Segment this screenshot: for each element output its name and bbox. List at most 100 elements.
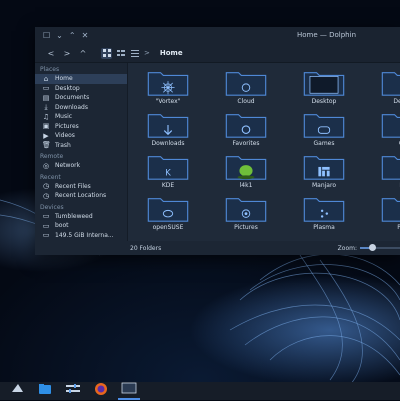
sidebar-item-music[interactable]: ♫ Music xyxy=(35,112,127,122)
dolphin-window[interactable]: ☐ ⌄ ⌃ ✕ Home — Dolphin < > ^ > Home Plac… xyxy=(35,27,400,255)
opensuse-folder-icon xyxy=(138,193,198,223)
sidebar-item-label: Tumbleweed xyxy=(55,212,93,220)
sidebar-item-label: Pictures xyxy=(55,122,79,130)
folder-pictures[interactable]: Pictures xyxy=(216,193,276,233)
folder-label: Desktop xyxy=(311,98,337,105)
taskbar-firefox-button[interactable] xyxy=(90,382,112,400)
icons-view-button[interactable] xyxy=(101,47,112,59)
folder-label: Games xyxy=(313,140,335,147)
drive-icon: ▭ xyxy=(42,212,50,221)
details-view-button[interactable] xyxy=(129,48,140,59)
folder-gi[interactable]: Gi xyxy=(372,109,400,149)
folder-label: Gi xyxy=(372,140,400,147)
zoom-slider[interactable] xyxy=(360,244,400,251)
sidebar-heading: Recent xyxy=(40,173,61,181)
sidebar-item-label: Documents xyxy=(55,94,90,102)
taskbar-window-task-button[interactable] xyxy=(118,382,140,400)
folder-kde[interactable]: K KDE xyxy=(138,151,198,191)
maximize-button[interactable]: ⌃ xyxy=(69,31,76,40)
sidebar-item-recent-locations[interactable]: ◷ Recent Locations xyxy=(35,191,127,201)
up-button[interactable]: ^ xyxy=(75,49,91,58)
sidebar-item-videos[interactable]: ▶ Videos xyxy=(35,131,127,141)
folder-opensuse[interactable]: openSUSE xyxy=(138,193,198,233)
sidebar-item-pictures[interactable]: ▣ Pictures xyxy=(35,122,127,132)
sidebar-item-tumbleweed[interactable]: ▭ Tumbleweed xyxy=(35,212,127,222)
folder-label: Downloads xyxy=(151,140,185,147)
sidebar-item-boot[interactable]: ▭ boot xyxy=(35,221,127,231)
sidebar-item-label: boot xyxy=(55,222,69,230)
folder-devel[interactable]: Devel xyxy=(372,67,400,107)
sidebar-item-label: Recent Files xyxy=(55,182,91,190)
zoom-slider-handle[interactable] xyxy=(369,244,376,251)
app-launcher-icon xyxy=(9,381,25,401)
compact-view-icon xyxy=(116,50,125,56)
taskbar-dolphin-button[interactable] xyxy=(34,382,56,400)
favorites-folder-icon xyxy=(216,109,276,139)
window-task-icon xyxy=(121,380,137,400)
breadcrumb-home[interactable]: Home xyxy=(160,49,183,57)
sidebar-item-documents[interactable]: ▤ Documents xyxy=(35,93,127,103)
folder-manjaro[interactable]: Manjaro xyxy=(294,151,354,191)
window-titlebar[interactable]: ☐ ⌄ ⌃ ✕ Home — Dolphin xyxy=(35,27,400,44)
forward-button[interactable]: > xyxy=(59,49,75,58)
manjaro-folder-icon xyxy=(294,151,354,181)
folder-label: openSUSE xyxy=(152,224,184,231)
desktop-folder-icon xyxy=(294,67,354,97)
sidebar-item-recent-files[interactable]: ◷ Recent Files xyxy=(35,182,127,192)
sidebar-item-label: Music xyxy=(55,113,73,121)
sidebar-item-149-5-gib-interna[interactable]: ▭ 149.5 GiB Interna... xyxy=(35,231,127,241)
sidebar-item-desktop[interactable]: ▭ Desktop xyxy=(35,84,127,94)
sidebar-item-label: Downloads xyxy=(55,103,88,111)
sidebar-item-trash[interactable]: 🗑 Trash xyxy=(35,141,127,151)
folder-label: KDE xyxy=(161,182,175,189)
folder-downloads[interactable]: Downloads xyxy=(138,109,198,149)
file-view[interactable]: "Vortex" Cloud Desktop Devel Downloads Favori… xyxy=(128,63,400,255)
videos-icon: ▶ xyxy=(43,131,49,140)
drive-icon: ▭ xyxy=(42,231,50,240)
taskbar-system-settings-button[interactable] xyxy=(62,382,84,400)
details-view-icon xyxy=(130,50,139,57)
sidebar-heading: Places xyxy=(40,66,60,73)
folder-label: Plasma xyxy=(313,224,335,231)
taskbar xyxy=(0,382,400,400)
breadcrumb-separator: > xyxy=(144,49,150,57)
back-button[interactable]: < xyxy=(43,49,59,58)
folder-pro[interactable]: Pro xyxy=(372,193,400,233)
places-panel: Places ⌂ Home ▭ Desktop ▤ Documents ⤓ Downloads ♫… xyxy=(35,63,128,255)
folder-l4k1[interactable]: l4k1 xyxy=(216,151,276,191)
taskbar-app-launcher-button[interactable] xyxy=(6,382,28,400)
folder-vortex[interactable]: "Vortex" xyxy=(138,67,198,107)
folder-games[interactable]: Games xyxy=(294,109,354,149)
trash-icon: 🗑 xyxy=(42,141,51,150)
folder-cloud[interactable]: Cloud xyxy=(216,67,276,107)
sidebar-item-label: 149.5 GiB Interna... xyxy=(55,231,114,239)
compact-view-button[interactable] xyxy=(115,48,126,59)
music-icon: ♫ xyxy=(42,112,50,121)
folder-plasma[interactable]: Plasma xyxy=(294,193,354,233)
sidebar-item-network[interactable]: ◎ Network xyxy=(35,161,127,171)
downloads-folder-icon xyxy=(138,109,198,139)
sidebar-item-label: Desktop xyxy=(55,84,80,92)
folder-label: Cloud xyxy=(237,98,255,105)
folder-label: l4k1 xyxy=(239,182,253,189)
sidebar-item-home[interactable]: ⌂ Home xyxy=(35,74,127,84)
music-folder-icon xyxy=(372,151,400,181)
folder-label: M xyxy=(372,182,400,189)
folder-label: Pro xyxy=(397,224,400,231)
plasma-folder-icon xyxy=(294,193,354,223)
toolbar: < > ^ > Home xyxy=(35,44,400,63)
cloud-folder-icon xyxy=(216,67,276,97)
pictures-icon: ▣ xyxy=(42,122,50,131)
sidebar-item-downloads[interactable]: ⤓ Downloads xyxy=(35,103,127,113)
folder-desktop[interactable]: Desktop xyxy=(294,67,354,107)
network-icon: ◎ xyxy=(42,161,50,170)
window-menu-icon[interactable]: ☐ xyxy=(43,31,50,40)
sidebar-item-label: Videos xyxy=(55,132,75,140)
sidebar-heading: Devices xyxy=(40,203,64,211)
vortex-folder-icon xyxy=(138,67,198,97)
devel-folder-icon xyxy=(372,67,400,97)
folder-m[interactable]: M xyxy=(372,151,400,191)
minimize-button[interactable]: ⌄ xyxy=(56,31,63,40)
close-button[interactable]: ✕ xyxy=(82,31,89,40)
folder-favorites[interactable]: Favorites xyxy=(216,109,276,149)
